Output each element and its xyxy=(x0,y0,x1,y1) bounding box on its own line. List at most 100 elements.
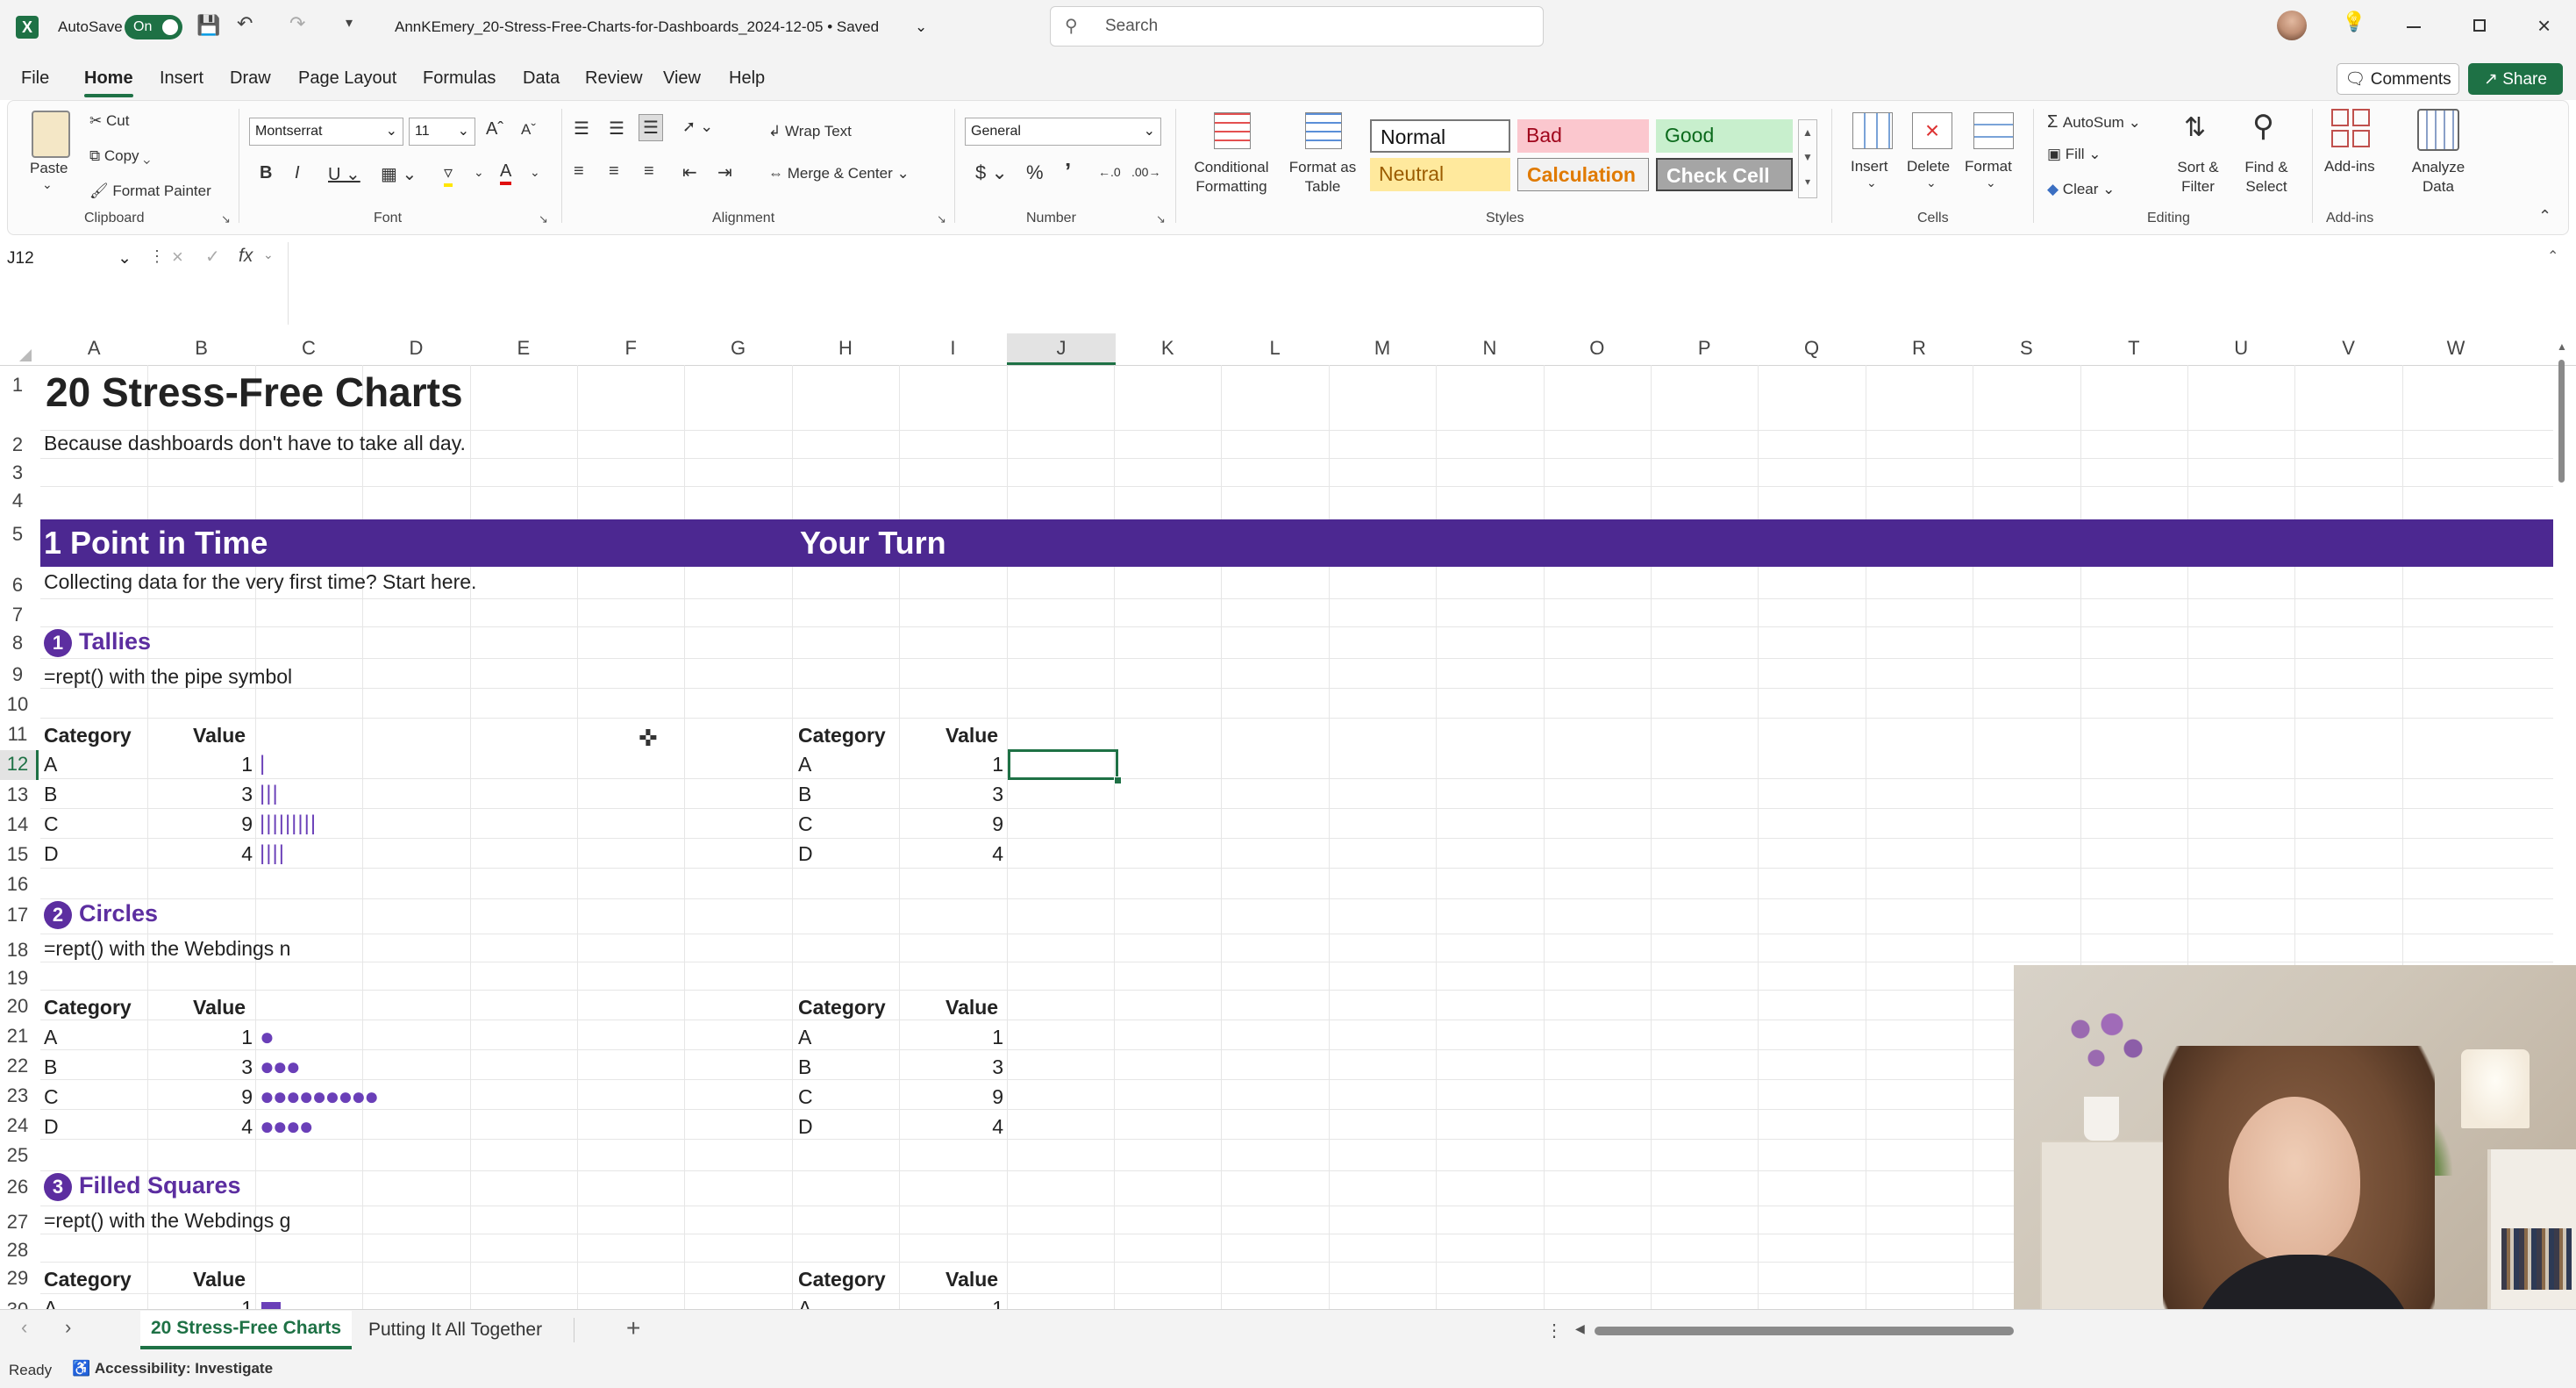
italic-icon[interactable]: I xyxy=(295,163,300,183)
wrap-text-button[interactable]: ↲ Wrap Text xyxy=(768,123,852,140)
header-value[interactable]: Value xyxy=(945,1268,998,1291)
row-header-24[interactable]: 24 xyxy=(0,1114,35,1137)
style-bad[interactable]: Bad xyxy=(1517,119,1649,153)
clipboard-launcher-icon[interactable]: ↘ xyxy=(221,212,231,226)
undo-icon[interactable]: ↶ xyxy=(237,12,253,35)
value-cell[interactable]: 1 xyxy=(175,1297,253,1309)
sort-filter-icon[interactable]: ⇅ xyxy=(2184,112,2206,143)
header-category[interactable]: Category xyxy=(44,996,132,1020)
lightbulb-icon[interactable]: 💡 xyxy=(2342,11,2365,33)
row-header-1[interactable]: 1 xyxy=(0,374,35,397)
restore-icon[interactable] xyxy=(2473,19,2486,32)
row-header-19[interactable]: 19 xyxy=(0,967,35,990)
fill-button[interactable]: ▣ Fill ⌄ xyxy=(2047,146,2101,163)
row-header-20[interactable]: 20 xyxy=(0,995,35,1018)
column-header-t[interactable]: T xyxy=(2080,337,2187,360)
row-header-17[interactable]: 17 xyxy=(0,904,35,927)
style-check-cell[interactable]: Check Cell xyxy=(1656,158,1793,191)
comments-button[interactable]: 🗨 Comments xyxy=(2337,63,2459,95)
increase-font-icon[interactable]: Aˆ xyxy=(486,119,503,140)
row-header-9[interactable]: 9 xyxy=(0,663,35,686)
expand-formula-icon[interactable]: ⌃ xyxy=(2547,247,2558,265)
header-category[interactable]: Category xyxy=(798,1268,886,1291)
column-header-e[interactable]: E xyxy=(470,337,577,360)
menu-file[interactable]: File xyxy=(21,68,49,89)
format-cells-icon[interactable] xyxy=(1973,112,2014,149)
header-category[interactable]: Category xyxy=(44,724,132,748)
row-header-27[interactable]: 27 xyxy=(0,1211,35,1234)
fx-chevron-icon[interactable]: ⌄ xyxy=(263,247,274,262)
value-cell[interactable]: 9 xyxy=(175,1085,253,1109)
value-cell[interactable]: 4 xyxy=(175,1115,253,1139)
category-cell[interactable]: A xyxy=(798,1297,811,1309)
row-header-13[interactable]: 13 xyxy=(0,783,35,806)
row-header-29[interactable]: 29 xyxy=(0,1267,35,1290)
copy-button[interactable]: ⧉ Copy ⌄ xyxy=(89,147,150,165)
value-cell[interactable]: 9 xyxy=(930,812,1003,836)
menu-review[interactable]: Review xyxy=(585,68,643,89)
conditional-formatting-button[interactable]: Conditional Formatting xyxy=(1189,158,1274,197)
column-header-d[interactable]: D xyxy=(362,337,469,360)
autosum-button[interactable]: Σ AutoSum ⌄ xyxy=(2047,112,2141,132)
delete-cells-button[interactable]: Delete xyxy=(1907,158,1950,175)
increase-indent-icon[interactable]: ⇥ xyxy=(717,161,732,183)
category-cell[interactable]: D xyxy=(798,1115,813,1139)
row-header-3[interactable]: 3 xyxy=(0,461,35,484)
autosave-toggle[interactable]: On xyxy=(125,15,182,39)
sheet-title[interactable]: 20 Stress-Free Charts xyxy=(46,368,463,416)
accessibility-button[interactable]: ♿ Accessibility: Investigate xyxy=(72,1360,273,1377)
paste-icon[interactable] xyxy=(32,111,70,158)
tally-bar[interactable]: ||||||||| xyxy=(260,812,317,836)
section-formula[interactable]: =rept() with the pipe symbol xyxy=(44,665,292,689)
add-ins-icon[interactable] xyxy=(2331,109,2370,147)
value-cell[interactable]: 3 xyxy=(930,783,1003,806)
title-chevron-icon[interactable]: ⌄ xyxy=(915,18,927,36)
column-header-q[interactable]: Q xyxy=(1758,337,1865,360)
find-select-button[interactable]: Find & Select xyxy=(2231,158,2301,197)
menu-home[interactable]: Home xyxy=(84,68,133,97)
styles-scroll-icon[interactable]: ▲ ▼ ▾ xyxy=(1798,119,1817,198)
add-ins-button[interactable]: Add-ins xyxy=(2324,158,2375,175)
value-cell[interactable]: 9 xyxy=(930,1085,1003,1109)
value-cell[interactable]: 1 xyxy=(175,1026,253,1049)
style-neutral[interactable]: Neutral xyxy=(1370,158,1510,191)
column-header-b[interactable]: B xyxy=(147,337,254,360)
font-color-icon[interactable]: A xyxy=(500,161,512,185)
value-cell[interactable]: 3 xyxy=(175,783,253,806)
header-value[interactable]: Value xyxy=(193,724,246,748)
font-color-chevron-icon[interactable]: ⌄ xyxy=(530,165,540,180)
column-header-o[interactable]: O xyxy=(1544,337,1651,360)
header-category[interactable]: Category xyxy=(44,1268,132,1291)
category-cell[interactable]: C xyxy=(798,1085,813,1109)
search-box[interactable]: ⚲ Search xyxy=(1050,6,1544,47)
format-painter-button[interactable]: 🖌 Format Painter xyxy=(89,182,211,200)
row-header-21[interactable]: 21 xyxy=(0,1025,35,1048)
column-header-s[interactable]: S xyxy=(1973,337,2080,360)
row-header-5[interactable]: 5 xyxy=(0,523,35,546)
align-left-icon[interactable]: ≡ xyxy=(574,161,584,182)
header-category[interactable]: Category xyxy=(798,996,886,1020)
decrease-indent-icon[interactable]: ⇤ xyxy=(682,161,697,183)
decrease-font-icon[interactable]: Aˇ xyxy=(521,121,536,139)
column-header-k[interactable]: K xyxy=(1114,337,1221,360)
row-header-14[interactable]: 14 xyxy=(0,813,35,836)
value-cell[interactable]: 3 xyxy=(175,1055,253,1079)
redo-icon[interactable]: ↷ xyxy=(289,12,305,35)
vertical-scroll-thumb[interactable] xyxy=(2558,360,2565,483)
row-header-26[interactable]: 26 xyxy=(0,1176,35,1198)
font-launcher-icon[interactable]: ↘ xyxy=(539,212,548,226)
circle-bar[interactable]: ●●● xyxy=(260,1055,301,1079)
category-cell[interactable]: A xyxy=(44,1026,57,1049)
style-normal[interactable]: Normal xyxy=(1370,119,1510,153)
column-header-i[interactable]: I xyxy=(899,337,1006,360)
category-cell[interactable]: B xyxy=(798,1055,811,1079)
insert-chevron-icon[interactable]: ⌄ xyxy=(1866,175,1877,190)
value-cell[interactable]: 3 xyxy=(930,1055,1003,1079)
increase-decimal-icon[interactable]: ←.0 xyxy=(1098,165,1121,179)
customize-toolbar-icon[interactable]: ▾ xyxy=(346,14,353,32)
cancel-entry-icon[interactable]: × xyxy=(172,246,183,268)
circle-bar[interactable]: ●●●●●●●●● xyxy=(260,1084,379,1109)
circle-bar[interactable]: ●●●● xyxy=(260,1114,314,1139)
column-header-w[interactable]: W xyxy=(2402,337,2509,360)
row-header-18[interactable]: 18 xyxy=(0,939,35,962)
